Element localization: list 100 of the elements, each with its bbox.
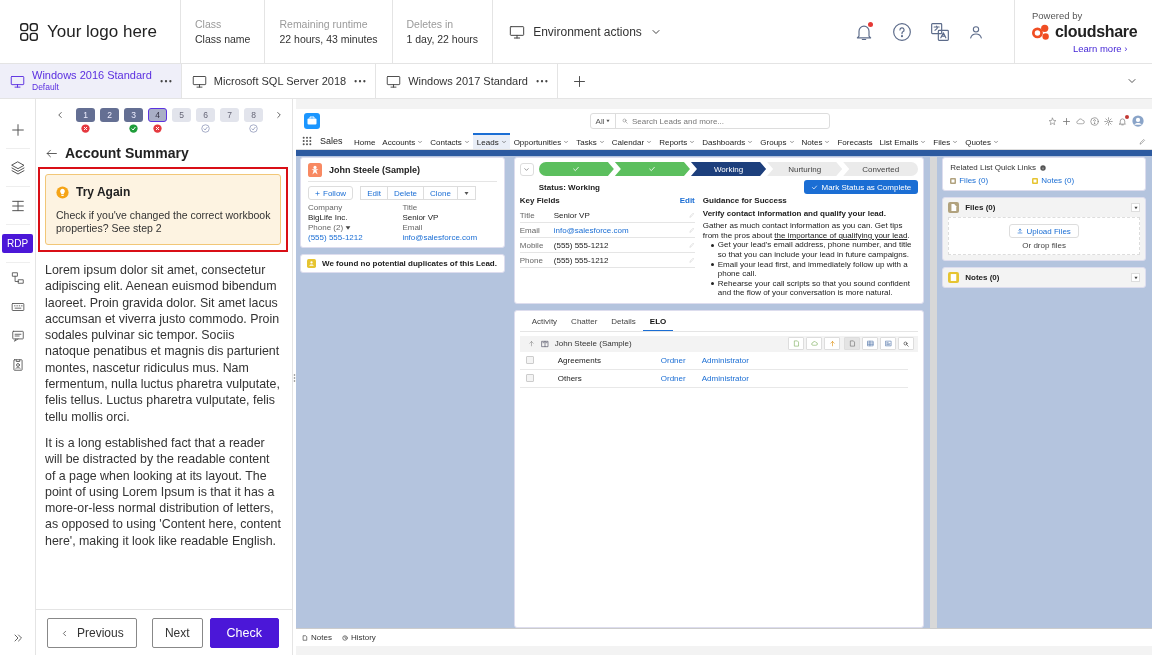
caret-icon [523, 165, 531, 173]
search-field[interactable]: All Search Leads and more... [590, 113, 830, 129]
follow-button[interactable]: Follow [308, 186, 354, 200]
cloud-icon[interactable] [1076, 116, 1085, 126]
path-stage[interactable]: Working [691, 162, 767, 176]
path-stage[interactable]: Converted [843, 162, 919, 176]
search-icon[interactable] [903, 340, 910, 347]
caret-icon [747, 139, 754, 145]
action-button[interactable]: Clone [423, 186, 458, 200]
up-arrow-icon[interactable] [527, 340, 535, 348]
upload-files-button[interactable]: Upload Files [1009, 224, 1079, 238]
owner-link[interactable]: Administrator [701, 373, 749, 383]
nav-tab[interactable]: Forecasts [833, 133, 877, 149]
step-button[interactable]: 4 [148, 108, 167, 122]
step-button[interactable]: 8 [244, 108, 263, 122]
nav-tab[interactable]: Contacts [426, 133, 474, 149]
nav-tab[interactable]: Leads [473, 133, 511, 149]
path-stage[interactable] [538, 162, 614, 176]
action-button[interactable]: Delete [386, 186, 425, 200]
action-button[interactable]: Edit [360, 186, 388, 200]
drop-zone[interactable]: Upload Files Or drop files [948, 217, 1140, 255]
info-label: Deletes in [406, 18, 455, 30]
scrollbar[interactable] [930, 157, 938, 628]
owner-link[interactable]: Administrator [701, 355, 749, 365]
type-link[interactable]: Ordner [660, 355, 702, 365]
resize-handle-icon[interactable] [293, 372, 296, 383]
machine-tab[interactable]: Windows 2016 Standard Default [0, 64, 182, 98]
record-tab[interactable]: ELO [642, 313, 674, 331]
step-button[interactable]: 6 [196, 108, 215, 122]
new-document-icon[interactable] [792, 340, 800, 348]
record-tab[interactable]: Details [604, 313, 643, 331]
page-view-icon[interactable] [848, 340, 856, 348]
mark-complete-button[interactable]: Mark Status as Complete [804, 180, 919, 194]
row-checkbox[interactable] [525, 374, 534, 383]
nav-tab[interactable]: Quotes [961, 133, 1003, 149]
card-view-icon[interactable] [884, 340, 892, 348]
next-button[interactable]: Next [151, 618, 203, 648]
nav-tab[interactable]: Groups [756, 133, 799, 149]
profile-icon[interactable] [968, 23, 984, 40]
step-button[interactable]: 3 [124, 108, 143, 122]
favorites-icon[interactable] [1048, 116, 1057, 126]
layers-icon[interactable] [9, 159, 26, 176]
nav-tab[interactable]: Reports [655, 133, 699, 149]
environment-actions-button[interactable]: Environment actions [493, 0, 668, 63]
translate-icon[interactable] [930, 21, 950, 42]
previous-step-icon[interactable] [55, 110, 65, 120]
utility-item[interactable]: Notes [302, 633, 332, 642]
step-button[interactable]: 5 [172, 108, 191, 122]
settings-icon[interactable] [1104, 116, 1113, 126]
nav-tab[interactable]: Notes [798, 133, 834, 149]
field-link[interactable]: (555) 555-1212 [308, 233, 403, 242]
add-icon[interactable] [9, 121, 26, 138]
field-value: (555) 555-1212 [553, 255, 610, 265]
app-launcher-icon[interactable] [302, 136, 312, 146]
nav-tab[interactable]: Home [350, 133, 379, 149]
help-icon[interactable] [892, 21, 912, 42]
utility-item[interactable]: History [341, 633, 376, 642]
caret-icon[interactable] [345, 224, 352, 231]
nav-tab[interactable]: Dashboards [698, 133, 757, 149]
learn-more-link[interactable]: Learn more › [1073, 43, 1152, 54]
record-tab[interactable]: Chatter [564, 313, 605, 331]
nav-tab[interactable]: Accounts [378, 133, 427, 149]
field-link[interactable]: info@salesforce.com [553, 225, 689, 235]
quick-link[interactable]: Notes (0) [1032, 176, 1115, 185]
step-button[interactable]: 7 [220, 108, 239, 122]
next-step-icon[interactable] [274, 110, 284, 120]
help-icon[interactable] [1090, 116, 1099, 126]
type-link[interactable]: Ordner [660, 373, 702, 383]
avatar-icon[interactable] [1132, 115, 1144, 127]
edit-link[interactable]: Edit [679, 196, 695, 205]
record-tab[interactable]: Activity [524, 313, 565, 331]
add-tab-icon[interactable] [572, 73, 587, 89]
step-button[interactable]: 2 [100, 108, 119, 122]
nav-tab[interactable]: Tasks [572, 133, 609, 149]
nav-tab[interactable]: Calendar [608, 133, 656, 149]
edit-icon[interactable] [1139, 137, 1146, 145]
chat-icon[interactable] [10, 328, 25, 343]
id-badge-icon[interactable] [10, 357, 25, 372]
guidance-text: Gather as much contact information as you can. Get tips from the pros about the importance of qualifying your lead. [702, 221, 911, 241]
drop-hint: Or drop files [1022, 241, 1066, 250]
path-stage[interactable] [614, 162, 690, 176]
nav-tab[interactable]: Opportunities [510, 133, 573, 149]
step-button[interactable]: 1 [76, 108, 95, 122]
network-icon[interactable] [10, 270, 25, 285]
caret-icon [500, 139, 507, 145]
check-button[interactable]: Check [209, 618, 279, 648]
file-icon [948, 202, 960, 213]
quick-link[interactable]: Files (0) [950, 176, 1033, 185]
row-checkbox[interactable] [525, 356, 534, 365]
previous-button[interactable]: Previous [47, 618, 137, 648]
nav-tab[interactable]: List Emails [876, 133, 930, 149]
table-view-icon[interactable] [866, 340, 874, 348]
field-link[interactable]: info@salesforce.com [402, 233, 497, 242]
add-icon[interactable] [1062, 116, 1071, 126]
path-stage[interactable]: Nurturing [767, 162, 843, 176]
notifications-icon[interactable] [1118, 116, 1127, 126]
rdp-button[interactable]: RDP [1, 234, 34, 253]
nav-tab[interactable]: Files [929, 133, 962, 149]
caret-icon[interactable] [463, 190, 469, 196]
bullet-icon [710, 282, 714, 286]
